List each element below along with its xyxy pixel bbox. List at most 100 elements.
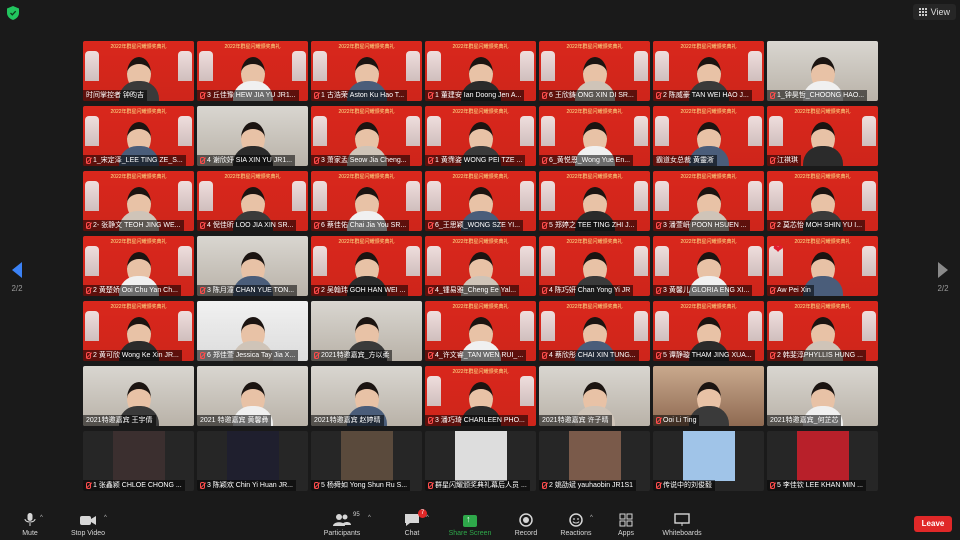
participant-name-text: 3 陈月潼 CHAN YUE TON...: [207, 287, 295, 294]
participant-video-tile[interactable]: 2022年群星闪耀颁奖典礼 2 韩斐淳PHYLLIS HUNG ...: [767, 301, 878, 361]
participant-video-tile[interactable]: 2022年群星闪耀颁奖典礼 1 黄霈姿 WONG PEI TZE ...: [425, 106, 536, 166]
event-backdrop-banner: 2022年群星闪耀颁奖典礼: [338, 44, 395, 50]
participant-name-text: 6_黄悦恩_Wong Yue En...: [549, 157, 631, 164]
participant-video-tile[interactable]: 2022年群星闪耀颁奖典礼 3 丘佳豫 HEW JIA YU JR1...: [197, 41, 308, 101]
participant-video-tile[interactable]: 2021特邀嘉宾_何芷芯: [767, 366, 878, 426]
participant-video-tile[interactable]: 2022年群星闪耀颁奖典礼 1 董建安 Ian Doong Jen A...: [425, 41, 536, 101]
participant-video-tile[interactable]: 1_钟昊哲_CHOONG HAO...: [767, 41, 878, 101]
participant-avatar: [796, 431, 849, 481]
participant-video-tile[interactable]: 2022年群星闪耀颁奖典礼 2 黄楚娇 Ooi Chu Yan Ch...: [83, 236, 194, 296]
participant-video-tile[interactable]: 2022年群星闪耀颁奖典礼 ❤ Aw Pei Xin: [767, 236, 878, 296]
participant-video-tile[interactable]: 3 陈颖欢 Chin Yi Huan JR...: [197, 431, 308, 491]
participant-video-tile[interactable]: 2022年群星闪耀颁奖典礼 3 潘巧琦 CHARLEEN PHO...: [425, 366, 536, 426]
participants-options-caret-icon[interactable]: ^: [368, 515, 371, 521]
muted-microphone-icon: [542, 482, 547, 489]
participant-video-tile[interactable]: 2021特邀嘉宾_方以柔: [311, 301, 422, 361]
participant-video-tile[interactable]: 2022年群星闪耀颁奖典礼 4 陈巧妍 Chan Yong Yi JR: [539, 236, 650, 296]
event-backdrop-banner: 2022年群星闪耀颁奖典礼: [566, 239, 623, 245]
participant-name-label: 群星闪耀颁奖典礼幕后人员 ...: [425, 480, 530, 491]
chat-options-caret-icon[interactable]: ^: [426, 515, 429, 521]
mute-button[interactable]: ^ Mute: [0, 513, 60, 537]
chat-button[interactable]: 7 ^ Chat: [382, 509, 442, 537]
participant-video-tile[interactable]: 2 姚劭斌 yauhaobin JR1S1: [539, 431, 650, 491]
participant-name-text: 1 黄霈姿 WONG PEI TZE ...: [435, 157, 523, 164]
participant-video-tile[interactable]: 2021特邀嘉宾 王宇倩: [83, 366, 194, 426]
participant-name-text: 2021特邀嘉宾 王宇倩: [86, 417, 153, 424]
participant-name-text: 3 潘巧琦 CHARLEEN PHO...: [435, 417, 525, 424]
participant-video-tile[interactable]: 2022年群星闪耀颁奖典礼 6_黄悦恩_Wong Yue En...: [539, 106, 650, 166]
participant-video-tile[interactable]: 2022年群星闪耀颁奖典礼 3 萧家孟 Seow Jia Cheng...: [311, 106, 422, 166]
participant-name-label: 1 黄霈姿 WONG PEI TZE ...: [425, 155, 526, 166]
muted-microphone-icon: [200, 92, 205, 99]
event-backdrop-banner: 2022年群星闪耀颁奖典礼: [794, 109, 851, 115]
whiteboards-button[interactable]: Whiteboards: [652, 513, 712, 537]
muted-microphone-icon: [542, 92, 547, 99]
muted-microphone-icon: [200, 352, 205, 359]
mute-options-caret-icon[interactable]: ^: [40, 515, 43, 521]
participant-video-tile[interactable]: 2022年群星闪耀颁奖典礼 2 吴翰玮 GOH HAN WEI ...: [311, 236, 422, 296]
participant-video-tile[interactable]: 2022年群星闪耀颁奖典礼 3 潘萱岍 POON HSUEN ...: [653, 171, 764, 231]
participant-video-tile[interactable]: 2022年群星闪耀颁奖典礼 2 黄可欣 Wong Ke Xin JR...: [83, 301, 194, 361]
participant-video-tile[interactable]: 2021特邀嘉宾 赵婷晴: [311, 366, 422, 426]
participant-video-tile[interactable]: 2022年群星闪耀颁奖典礼 4_许文睿_TAN WEN RUI_...: [425, 301, 536, 361]
participant-video-tile[interactable]: 群星闪耀颁奖典礼幕后人员 ...: [425, 431, 536, 491]
muted-microphone-icon: [542, 157, 547, 164]
participant-name-text: 2 韩斐淳PHYLLIS HUNG ...: [777, 352, 863, 359]
participant-video-tile[interactable]: Ooi Li Ting: [653, 366, 764, 426]
participants-button[interactable]: 95 ^ Participants: [312, 512, 372, 537]
event-backdrop-banner: 2022年群星闪耀颁奖典礼: [452, 109, 509, 115]
leave-button[interactable]: Leave: [914, 516, 952, 532]
participant-video-tile[interactable]: 6 郑佳萱 Jessica Tay Jia X...: [197, 301, 308, 361]
participant-video-tile[interactable]: 2022年群星闪耀颁奖典礼 霸道女总裁 黄靈淅: [653, 106, 764, 166]
participant-video-tile[interactable]: 4 谢欣妤 SIA XIN YU JR1...: [197, 106, 308, 166]
participant-name-label: 传说中的刘俊毅: [653, 480, 715, 491]
participant-video-tile[interactable]: 2022年群星闪耀颁奖典礼 5 郑婷之 TEE TING ZHI J...: [539, 171, 650, 231]
view-button[interactable]: View: [912, 4, 956, 20]
participant-video-tile[interactable]: 5 李佳钦 LEE KHAN MIN ...: [767, 431, 878, 491]
next-page-button[interactable]: 2/2: [931, 262, 955, 293]
participant-video-tile[interactable]: 2022年群星闪耀颁奖典礼 1_宋定泽_LEE TING ZE_S...: [83, 106, 194, 166]
participant-video-tile[interactable]: 2022年群星闪耀颁奖典礼 4_锺易雅_Cheng Ee Yal...: [425, 236, 536, 296]
participant-video-tile[interactable]: 2022年群星闪耀颁奖典礼 1 古浩荣 Aston Ku Hao T...: [311, 41, 422, 101]
participant-name-text: 2 莫芯怡 MOH SHIN YU I...: [777, 222, 863, 229]
participant-name-text: 2- 张静文 TEOH JING WE...: [93, 222, 181, 229]
muted-microphone-icon: [656, 417, 661, 424]
participant-name-label: 江祺琪: [767, 155, 801, 166]
participant-video-tile[interactable]: 2022年群星闪耀颁奖典礼 2 莫芯怡 MOH SHIN YU I...: [767, 171, 878, 231]
muted-microphone-icon: [656, 92, 661, 99]
event-backdrop-banner: 2022年群星闪耀颁奖典礼: [794, 239, 851, 245]
participant-video-tile[interactable]: 2022年群星闪耀颁奖典礼 3 黄馨儿 GLORIA ENG XI...: [653, 236, 764, 296]
participant-name-label: 2 黄可欣 Wong Ke Xin JR...: [83, 350, 182, 361]
participant-video-tile[interactable]: 5 杨舜如 Yong Shun Ru S...: [311, 431, 422, 491]
participant-video-tile[interactable]: 2022年群星闪耀颁奖典礼 时间掌控者 钟昀吉: [83, 41, 194, 101]
participant-video-tile[interactable]: 2022年群星闪耀颁奖典礼 4 倪佳昕 LOO JIA XIN SR...: [197, 171, 308, 231]
event-backdrop-banner: 2022年群星闪耀颁奖典礼: [452, 44, 509, 50]
whiteboards-label: Whiteboards: [662, 530, 702, 537]
participant-video-tile[interactable]: 2021 特邀嘉宾 黄馨彝: [197, 366, 308, 426]
participant-video-tile[interactable]: 2022年群星闪耀颁奖典礼 6 蔡佳佑 Chai Jia You SR...: [311, 171, 422, 231]
participant-video-tile[interactable]: 2022年群星闪耀颁奖典礼 5 谭静璇 THAM JING XUA...: [653, 301, 764, 361]
participant-video-tile[interactable]: 2022年群星闪耀颁奖典礼 2- 张静文 TEOH JING WE...: [83, 171, 194, 231]
participant-video-tile[interactable]: 2022年群星闪耀颁奖典礼 6_王思颖_WONG SZE YI...: [425, 171, 536, 231]
apps-button[interactable]: Apps: [596, 513, 656, 537]
participant-video-tile[interactable]: 1 张鑫颍 CHLOE CHONG ...: [83, 431, 194, 491]
participant-video-tile[interactable]: 2022年群星闪耀颁奖典礼 2 陈威豪 TAN WEI HAO J...: [653, 41, 764, 101]
participant-video-tile[interactable]: 3 陈月潼 CHAN YUE TON...: [197, 236, 308, 296]
stop-video-button[interactable]: ^ Stop Video: [58, 513, 118, 537]
video-options-caret-icon[interactable]: ^: [104, 515, 107, 521]
participant-video-tile[interactable]: 2021特邀嘉宾 许子晴: [539, 366, 650, 426]
event-backdrop-banner: 2022年群星闪耀颁奖典礼: [794, 174, 851, 180]
participant-video-tile[interactable]: 传说中的刘俊毅: [653, 431, 764, 491]
participant-avatar: [454, 431, 507, 481]
participant-avatar: [340, 431, 393, 481]
participant-name-text: 4_锺易雅_Cheng Ee Yal...: [435, 287, 517, 294]
previous-page-button[interactable]: 2/2: [5, 262, 29, 293]
security-shield-icon[interactable]: [7, 6, 19, 20]
participant-video-tile[interactable]: 2022年群星闪耀颁奖典礼 4 蔡欣彤 CHAI XIN TUNG...: [539, 301, 650, 361]
reactions-options-caret-icon[interactable]: ^: [590, 515, 593, 521]
participant-avatar: [568, 431, 621, 481]
participant-video-tile[interactable]: 2022年群星闪耀颁奖典礼 6 王欣鋳 ONG XIN DI SR...: [539, 41, 650, 101]
participant-video-tile[interactable]: 2022年群星闪耀颁奖典礼江祺琪: [767, 106, 878, 166]
participant-name-text: 6 王欣鋳 ONG XIN DI SR...: [549, 92, 634, 99]
share-screen-button[interactable]: Share Screen: [440, 514, 500, 537]
